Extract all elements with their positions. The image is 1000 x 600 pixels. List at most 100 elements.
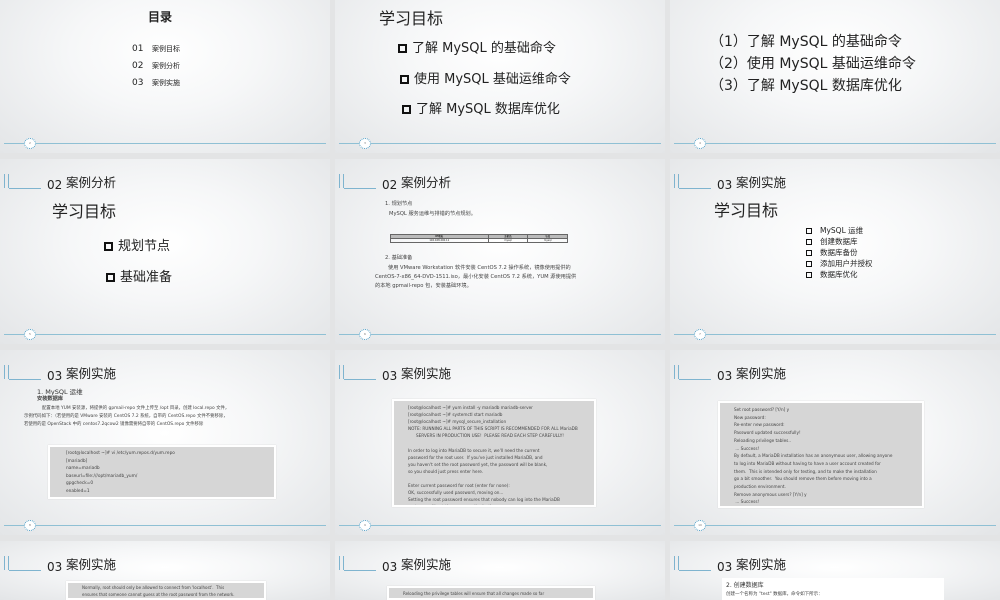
goal-item: 创建数据库 <box>806 236 873 247</box>
header-bars-icon <box>674 365 679 379</box>
slide-thumbnail-create-database[interactable]: 03 案例实施 2. 创建数据库 创建一个名称为 "test" 数据库，命令如下… <box>670 541 1000 600</box>
footer-line <box>4 525 326 526</box>
page-number-badge: 2 <box>24 138 36 149</box>
header-bars-icon <box>4 365 9 379</box>
slide-thumbnail-implementation-goals[interactable]: 03 案例实施 学习目标 MySQL 运维 创建数据库 数据库备份 添加用户并授… <box>670 159 1000 344</box>
page-number-badge: 6 <box>359 329 371 340</box>
paragraph: 使用 VMware Workstation 软件安装 CentOS 7.2 操作… <box>388 265 571 271</box>
header-line <box>679 379 711 380</box>
goal-item: 数据库备份 <box>806 247 873 258</box>
header-bars-icon <box>674 556 679 570</box>
paragraph: 若使用的是 OpenStack 中的 centos7.2qcow2 镜像需要将自… <box>24 422 204 427</box>
slide-title: 学习目标 <box>52 202 117 221</box>
slide-thumbnail-objectives[interactable]: （1）了解 MySQL 的基础命令 （2）使用 MySQL 基础运维命令 （3）… <box>670 0 1000 153</box>
checkbox-icon <box>400 75 409 84</box>
paragraph: 的本地 gpmail-repo 包，安装基础环境。 <box>375 283 472 289</box>
checkbox-icon <box>104 242 113 251</box>
checkbox-icon <box>806 272 812 278</box>
header-line <box>679 188 711 189</box>
code-block: [root@localhost ~]# vi /etc/yum.repos.d/… <box>48 445 276 499</box>
code-block: Normally, root should only be allowed to… <box>66 581 266 600</box>
page-number-badge: 8 <box>24 520 36 531</box>
paragraph: 示例代码如下：（若使用的是 VMware 安装的 CentOS 7.2 系统，自… <box>24 414 228 419</box>
subheading: 2. 基础准备 <box>385 255 413 261</box>
table-cell: mysql <box>487 238 529 243</box>
bullet-item: 规划节点 <box>104 235 170 254</box>
section-number: 02 <box>382 178 398 192</box>
footer-line <box>674 525 996 526</box>
section-number: 03 <box>717 178 733 192</box>
checkbox-icon <box>402 105 411 114</box>
checkbox-icon <box>806 261 812 267</box>
header-bars-icon <box>339 174 344 188</box>
header-bars-icon <box>674 174 679 188</box>
page-number-badge: 4 <box>694 138 706 149</box>
toc-item: 02 案例分析 <box>132 61 181 71</box>
header-bars-icon <box>339 556 344 570</box>
header-bars-icon <box>339 365 344 379</box>
section-title: 案例实施 <box>736 175 787 190</box>
subheading: 2. 创建数据库 <box>726 582 764 589</box>
section-title: 案例实施 <box>66 366 117 381</box>
slide-thumbnail-analysis-detail[interactable]: 02 案例分析 1. 规划节点 MySQL 服务运维与排错的节点规划。 IP地址… <box>335 159 665 344</box>
page-number-badge: 9 <box>359 520 371 531</box>
goal-item: MySQL 运维 <box>806 225 873 236</box>
node-table: IP地址 主机名 节点 192.168.200.11 mysql mysql <box>390 234 568 243</box>
goal-item: 添加用户并授权 <box>806 258 873 269</box>
table-cell: 192.168.200.11 <box>390 238 489 243</box>
header-line <box>9 570 41 571</box>
checkbox-icon <box>806 250 812 256</box>
section-title: 案例分析 <box>401 175 452 190</box>
slide-thumbnail-toc[interactable]: 目录 01 案例目标 02 案例分析 03 案例实施 2 <box>0 0 330 153</box>
slide-thumbnail-mysql-ops[interactable]: 03 案例实施 1. MySQL 运维 安装数据库 配置本地 YUM 安装源，将… <box>0 350 330 535</box>
header-line <box>9 188 41 189</box>
section-number: 03 <box>47 369 63 383</box>
table-cell: mysql <box>527 238 568 243</box>
goal-list: MySQL 运维 创建数据库 数据库备份 添加用户并授权 数据库优化 <box>806 225 873 280</box>
section-title: 案例实施 <box>401 366 452 381</box>
objective-line: （3）了解 MySQL 数据库优化 <box>710 78 902 94</box>
slide-thumbnail-analysis-goals[interactable]: 02 案例分析 学习目标 规划节点 基础准备 5 <box>0 159 330 344</box>
page-number-badge: 3 <box>359 138 371 149</box>
slide-title: 学习目标 <box>379 9 444 28</box>
bullet-item: 基础准备 <box>106 266 172 285</box>
page-number-badge: 10 <box>694 520 706 531</box>
subheading: 1. 规划节点 <box>385 201 413 207</box>
paragraph: MySQL 服务运维与排错的节点规划。 <box>389 211 476 217</box>
bullet-item: 了解 MySQL 数据库优化 <box>402 98 560 117</box>
checkbox-icon <box>806 239 812 245</box>
slide-thumbnail-set-password[interactable]: 03 案例实施 Set root password? [Y/n] y New p… <box>670 350 1000 535</box>
footer-line <box>4 143 326 144</box>
paragraph: CentOS-7-x86_64-DVD-1511.iso，最小化安装 CentO… <box>375 274 577 280</box>
section-number: 03 <box>382 560 398 574</box>
section-number: 03 <box>717 560 733 574</box>
checkbox-icon <box>806 228 812 234</box>
slide-title: 目录 <box>147 10 172 24</box>
footer-line <box>339 334 661 335</box>
section-title: 案例实施 <box>66 557 117 572</box>
slide-thumbnail-install-mariadb[interactable]: 03 案例实施 [root@localhost ~]# yum install … <box>335 350 665 535</box>
footer-line <box>339 525 661 526</box>
slide-thumbnail-root-remote[interactable]: 03 案例实施 Normally, root should only be al… <box>0 541 330 600</box>
slide-thumbnail-reload-privileges[interactable]: 03 案例实施 Reloading the privilege tables w… <box>335 541 665 600</box>
subheading: 1. MySQL 运维 <box>37 388 83 396</box>
page-number-badge: 5 <box>24 329 36 340</box>
slide-thumbnail-goals[interactable]: 学习目标 了解 MySQL 的基础命令 使用 MySQL 基础运维命令 了解 M… <box>335 0 665 153</box>
code-block: Reloading the privilege tables will ensu… <box>387 586 595 600</box>
section-number: 03 <box>47 560 63 574</box>
slide-sorter-grid: 目录 01 案例目标 02 案例分析 03 案例实施 2 学习目标 了解 MyS… <box>0 0 1000 600</box>
slide-title: 学习目标 <box>714 201 779 220</box>
footer-line <box>674 334 996 335</box>
section-number: 02 <box>47 178 63 192</box>
checkbox-icon <box>398 44 407 53</box>
section-title: 案例分析 <box>66 175 117 190</box>
checkbox-icon <box>106 273 115 282</box>
paragraph: 配置本地 YUM 安装源，将提供的 gpmail-repo 文件上传至 /opt… <box>42 406 230 411</box>
section-title: 案例实施 <box>736 366 787 381</box>
goal-item: 数据库优化 <box>806 269 873 280</box>
objective-line: （2）使用 MySQL 基础运维命令 <box>710 56 916 72</box>
header-line <box>344 188 376 189</box>
header-bars-icon <box>4 174 9 188</box>
toc-item: 01 案例目标 <box>132 44 181 54</box>
footer-line <box>4 334 326 335</box>
